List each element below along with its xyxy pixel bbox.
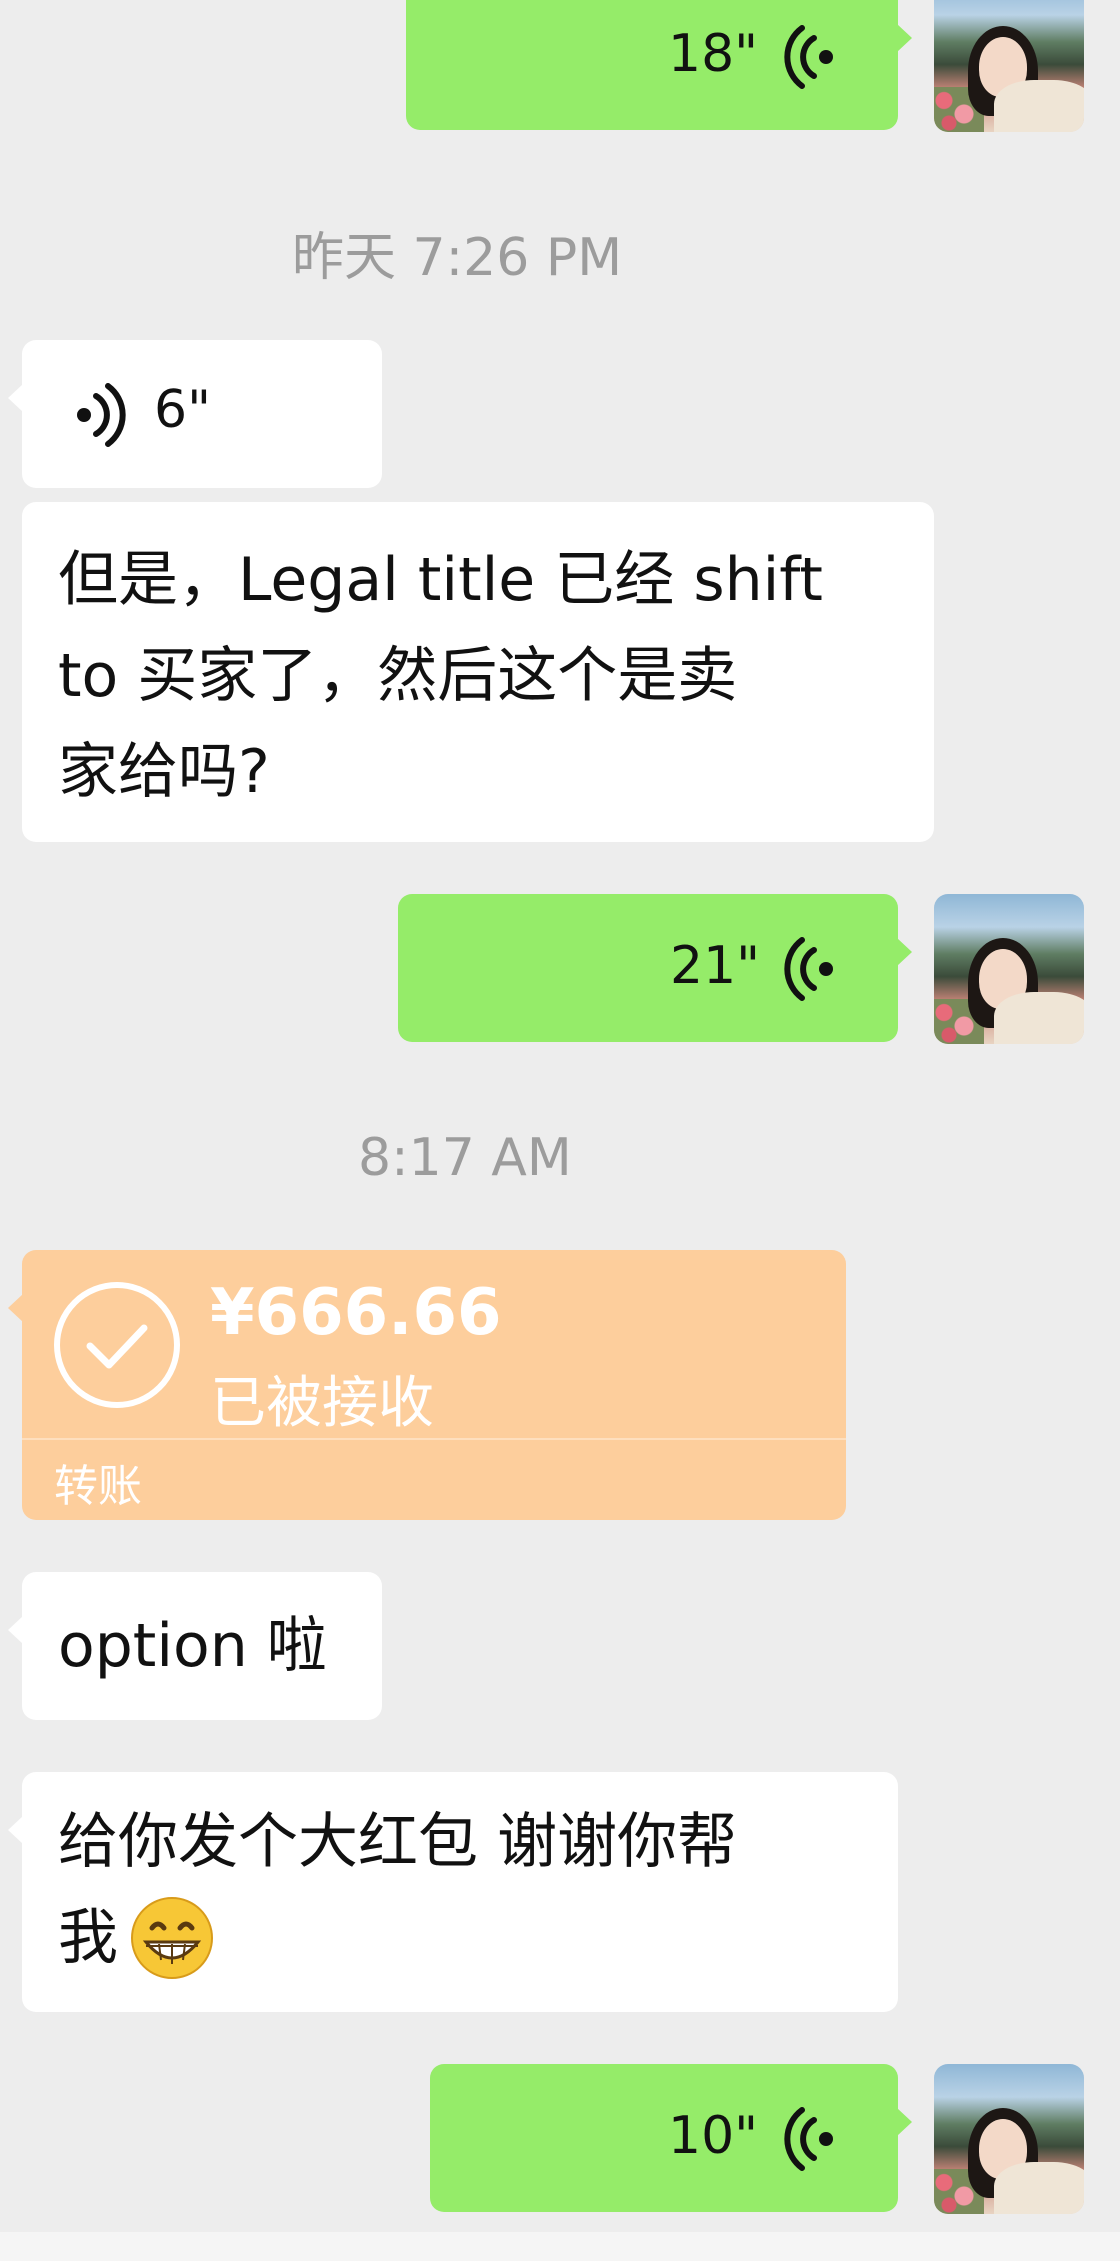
voice-incoming-icon <box>77 383 126 447</box>
voice-duration: 18" <box>668 24 759 84</box>
incoming-voice-message[interactable]: 6" <box>8 340 382 488</box>
timestamp: 8:17 AM <box>358 1128 572 1188</box>
voice-outgoing-icon <box>784 25 833 89</box>
voice-duration: 6" <box>154 380 212 440</box>
transfer-amount: ¥666.66 <box>210 1276 502 1350</box>
message-text-line: to 买家了，然后这个是卖 <box>58 641 738 711</box>
message-text-line: 但是，Legal title 已经 shift <box>58 545 823 615</box>
incoming-text-message[interactable]: option 啦 <box>8 1572 382 1720</box>
voice-duration: 21" <box>670 936 761 996</box>
transfer-card[interactable]: ¥666.66 已被接收 转账 <box>8 1250 846 1520</box>
timestamp: 昨天 7:26 PM <box>292 228 623 288</box>
outgoing-voice-message[interactable]: 10" <box>430 2064 912 2212</box>
voice-outgoing-icon <box>784 2107 833 2171</box>
message-text-line: 给你发个大红包 谢谢你帮 <box>58 1807 738 1877</box>
message-text-line: 家给吗? <box>58 737 270 807</box>
divider <box>22 1438 846 1440</box>
bottom-edge <box>0 2232 1120 2261</box>
message-text: option 啦 <box>58 1611 327 1681</box>
message-text-line: 我 <box>58 1903 118 1973</box>
voice-duration: 10" <box>668 2106 759 2166</box>
user-avatar[interactable] <box>934 0 1084 132</box>
voice-outgoing-icon <box>784 937 833 1001</box>
checkmark-circle-icon <box>54 1282 180 1408</box>
incoming-text-message[interactable]: 给你发个大红包 谢谢你帮 我 <box>8 1772 898 2012</box>
transfer-status: 已被接收 <box>210 1371 434 1436</box>
outgoing-voice-message[interactable]: 21" <box>398 894 912 1042</box>
outgoing-voice-message[interactable]: 18" <box>406 0 912 130</box>
grin-emoji-icon <box>131 1897 213 1979</box>
user-avatar[interactable] <box>934 2064 1084 2214</box>
incoming-text-message[interactable]: 但是，Legal title 已经 shift to 买家了，然后这个是卖 家给… <box>22 502 934 842</box>
user-avatar[interactable] <box>934 894 1084 1044</box>
transfer-label: 转账 <box>54 1461 142 1512</box>
